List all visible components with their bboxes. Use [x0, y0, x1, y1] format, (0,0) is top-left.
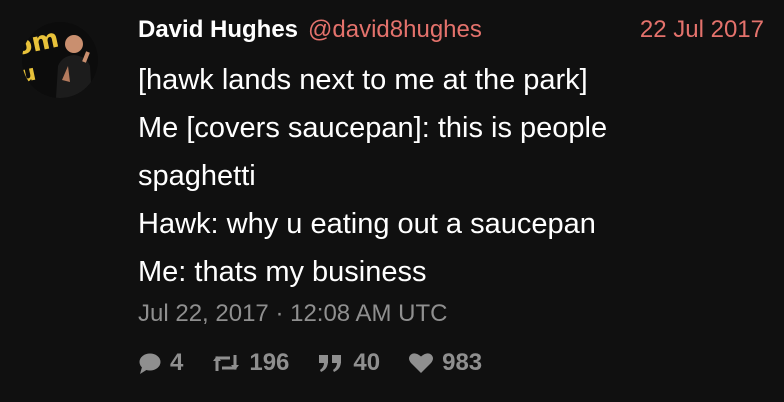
user-handle[interactable]: @david8hughes	[308, 16, 482, 44]
tweet-line: Me [covers saucepan]: this is people	[138, 112, 608, 144]
tweet-timestamp[interactable]: Jul 22, 2017 · 12:08 AM UTC	[138, 300, 448, 328]
avatar[interactable]: om u	[22, 22, 98, 98]
like-stat[interactable]: 983	[408, 349, 482, 377]
retweet-icon	[213, 355, 240, 371]
quote-stat[interactable]: 40	[317, 349, 380, 377]
tweet-line: Hawk: why u eating out a saucepan	[138, 208, 596, 240]
comment-icon	[139, 353, 161, 374]
avatar-image: om u	[22, 22, 98, 98]
retweet-count: 196	[249, 349, 290, 376]
tweet-text: [hawk lands next to me at the park] Me […	[138, 56, 768, 296]
tweet-card: om u David Hughes @david8hughes 22 Jul 2…	[0, 0, 784, 402]
tweet-header: David Hughes @david8hughes 22 Jul 2017	[138, 14, 764, 46]
tweet-line: Me: thats my business	[138, 256, 427, 288]
tweet-line: spaghetti	[138, 160, 256, 192]
quote-count: 40	[353, 349, 381, 376]
heart-icon	[409, 353, 434, 373]
tweet-date-link[interactable]: 22 Jul 2017	[640, 16, 764, 44]
reply-count: 4	[170, 349, 184, 376]
like-count: 983	[442, 349, 483, 376]
reply-stat[interactable]: 4	[138, 349, 183, 377]
quote-icon	[319, 355, 342, 372]
display-name[interactable]: David Hughes	[138, 16, 298, 44]
retweet-stat[interactable]: 196	[211, 349, 289, 377]
tweet-line: [hawk lands next to me at the park]	[138, 64, 588, 96]
tweet-stats: 4 196 40 983	[138, 348, 510, 378]
